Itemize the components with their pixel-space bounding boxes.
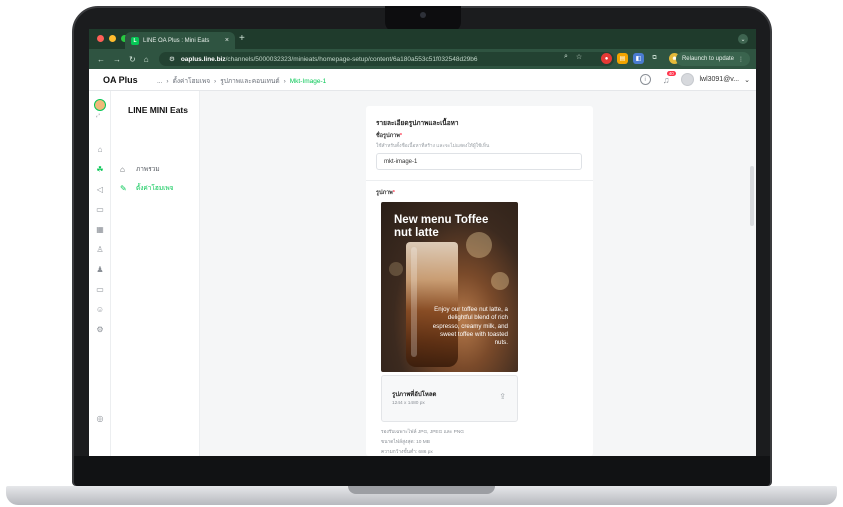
bezel-bottom <box>74 456 770 486</box>
chevron-down-icon: ⌄ <box>744 76 750 84</box>
extension-red-icon[interactable]: ● <box>601 53 612 64</box>
window-controls <box>97 35 128 42</box>
zoom-icon[interactable]: ⌕ <box>564 53 568 61</box>
sidebar-item-label: ตั้งค่าโฮมเพจ <box>136 185 174 192</box>
header-actions: i ♫ 40 lwl3091@v... ⌄ <box>639 70 750 86</box>
main-content: รายละเอียดรูปภาพและเนื้อหา ชื่อรูปภาพ* ใ… <box>200 91 756 456</box>
file-size-note: ขนาดไฟล์สูงสุด: 10 MB <box>381 440 430 445</box>
megaphone-icon[interactable]: ◁ <box>95 184 105 194</box>
url-host: oaplus.line.biz <box>180 55 226 63</box>
image-label: รูปภาพ* <box>376 190 395 196</box>
address-actions: ⌕ ☆ <box>564 53 582 61</box>
table-icon[interactable]: ▦ <box>95 224 105 234</box>
help-icon[interactable]: ◎ <box>95 413 105 423</box>
users-icon[interactable]: ♙ <box>95 244 105 254</box>
laptop-base-notch <box>348 486 495 494</box>
info-icon[interactable]: i <box>639 74 651 85</box>
coupon-icon[interactable]: ☘ <box>95 164 105 174</box>
account-menu[interactable]: lwl3091@v... ⌄ <box>681 73 750 86</box>
shop-avatar[interactable] <box>94 99 106 111</box>
more-vert-icon: ⋮ <box>738 56 744 63</box>
reload-icon[interactable]: ↻ <box>129 55 136 64</box>
account-name: lwl3091@v... <box>699 76 740 83</box>
avatar <box>681 73 695 86</box>
breadcrumb-ellipsis[interactable]: ... <box>157 78 162 85</box>
app-header: OA Plus ... › ตั้งค่าโฮมเพจ › รูปภาพและค… <box>89 69 756 91</box>
new-tab-button[interactable]: + <box>239 33 245 44</box>
upload-size: 1244 x 1480 px <box>392 401 425 406</box>
icon-rail: ⤢ ⌂ ☘ ◁ ▭ ▦ ♙ ♟ ▭ ☺ ⚙ ◎ <box>89 91 111 456</box>
extension-folder-icon[interactable]: ▤ <box>617 53 628 64</box>
scrollbar[interactable] <box>750 166 754 226</box>
forward-icon[interactable]: → <box>113 55 121 64</box>
upload-title: รูปภาพที่อัปโหลด <box>392 392 437 398</box>
tab-close-icon[interactable]: × <box>225 37 229 44</box>
sidebar-item-homepage-setup[interactable]: ✎ ตั้งค่าโฮมเพจ <box>120 183 173 193</box>
image-name-label: ชื่อรูปภาพ* <box>376 133 402 139</box>
image-body-text: Enjoy our toffee nut latte, a delightful… <box>432 306 508 347</box>
relaunch-button[interactable]: Relaunch to update ⋮ <box>675 52 750 66</box>
chevron-right-icon: › <box>283 77 286 85</box>
extension-blue-icon[interactable]: ◧ <box>633 53 644 64</box>
breadcrumb-current: Mkt-Image-1 <box>289 77 327 85</box>
site-info-icon[interactable]: ⚙ <box>169 55 175 63</box>
back-icon[interactable]: ← <box>97 55 105 64</box>
file-type-note: รองรับเฉพาะไฟล์ JPG, JPEG และ PNG <box>381 430 465 435</box>
address-bar[interactable]: ⚙ oaplus.line.biz/channels/5000032323/mi… <box>159 52 614 66</box>
sidebar: LINE MINI Eats ⌂ ภาพรวม ✎ ตั้งค่าโฮมเพจ <box>111 91 200 456</box>
home-icon[interactable]: ⌂ <box>95 144 105 154</box>
breadcrumb: ... › ตั้งค่าโฮมเพจ › รูปภาพและคอนเทนต์ … <box>157 76 326 86</box>
glass-highlight <box>411 247 417 357</box>
breadcrumb-images-content[interactable]: รูปภาพและคอนเทนต์ <box>220 76 279 86</box>
screen: L LINE OA Plus : Mini Eats × + ⌄ ← → ↻ ⌂… <box>89 29 756 456</box>
image-headline: New menu Toffee nut latte <box>394 214 489 239</box>
sidebar-item-overview[interactable]: ⌂ ภาพรวม <box>120 164 160 174</box>
section-title: รายละเอียดรูปภาพและเนื้อหา <box>376 120 459 127</box>
image-name-input[interactable]: mkt-image-1 <box>376 153 582 170</box>
url-path: /channels/5000032323/minieats/homepage-s… <box>225 55 478 63</box>
notification-bell-icon[interactable]: ♫ 40 <box>663 70 676 85</box>
browser-toolbar: ← → ↻ ⌂ ⚙ oaplus.line.biz/channels/50000… <box>89 49 756 69</box>
chevron-right-icon: › <box>214 77 217 85</box>
upload-icon[interactable]: ⇪ <box>499 392 506 401</box>
laptop-frame: L LINE OA Plus : Mini Eats × + ⌄ ← → ↻ ⌂… <box>0 0 843 507</box>
close-window-button[interactable] <box>97 35 104 42</box>
breadcrumb-homepage-setup[interactable]: ตั้งค่าโฮมเพจ <box>173 76 210 86</box>
home-outline-icon: ⌂ <box>120 164 125 174</box>
bokeh-light <box>491 272 509 290</box>
notification-badge: 40 <box>666 70 676 76</box>
line-favicon-icon: L <box>131 36 139 45</box>
bokeh-light <box>389 262 403 276</box>
card-icon[interactable]: ▭ <box>95 284 105 294</box>
browser-tab-bar: L LINE OA Plus : Mini Eats × + ⌄ <box>89 29 756 49</box>
chevron-right-icon: › <box>166 77 169 85</box>
minimize-window-button[interactable] <box>109 35 116 42</box>
camera-icon <box>420 12 426 18</box>
browser-tab[interactable]: L LINE OA Plus : Mini Eats × <box>125 32 235 49</box>
relaunch-label: Relaunch to update <box>681 56 734 62</box>
extensions-puzzle-icon[interactable]: ⧉ <box>649 53 660 64</box>
content-form-card: รายละเอียดรูปภาพและเนื้อหา ชื่อรูปภาพ* ใ… <box>366 106 593 456</box>
home-button-icon[interactable]: ⌂ <box>144 55 149 64</box>
expand-icon[interactable]: ⤢ <box>96 113 100 119</box>
sidebar-item-label: ภาพรวม <box>136 166 160 173</box>
edit-icon: ✎ <box>120 183 127 193</box>
bookmark-star-icon[interactable]: ☆ <box>576 53 582 61</box>
sidebar-title: LINE MINI Eats <box>128 105 188 115</box>
brand-logo[interactable]: OA Plus <box>103 75 138 85</box>
settings-icon[interactable]: ⚙ <box>95 324 105 334</box>
divider <box>366 180 593 181</box>
uploaded-image-box[interactable]: รูปภาพที่อัปโหลด 1244 x 1480 px ⇪ <box>381 375 518 422</box>
robot-icon[interactable]: ☺ <box>95 304 105 314</box>
tab-title: LINE OA Plus : Mini Eats <box>143 37 210 44</box>
image-preview[interactable]: New menu Toffee nut latte Enjoy our toff… <box>381 202 518 372</box>
person-icon[interactable]: ♟ <box>95 264 105 274</box>
tab-search-icon[interactable]: ⌄ <box>738 34 748 44</box>
min-width-note: ความกว้างขั้นต่ำ: 686 px <box>381 450 433 455</box>
chat-icon[interactable]: ▭ <box>95 204 105 214</box>
image-name-help: ใช้สำหรับตั้งชื่อเนื้อหาที่สร้าง และจะไม… <box>376 144 490 149</box>
